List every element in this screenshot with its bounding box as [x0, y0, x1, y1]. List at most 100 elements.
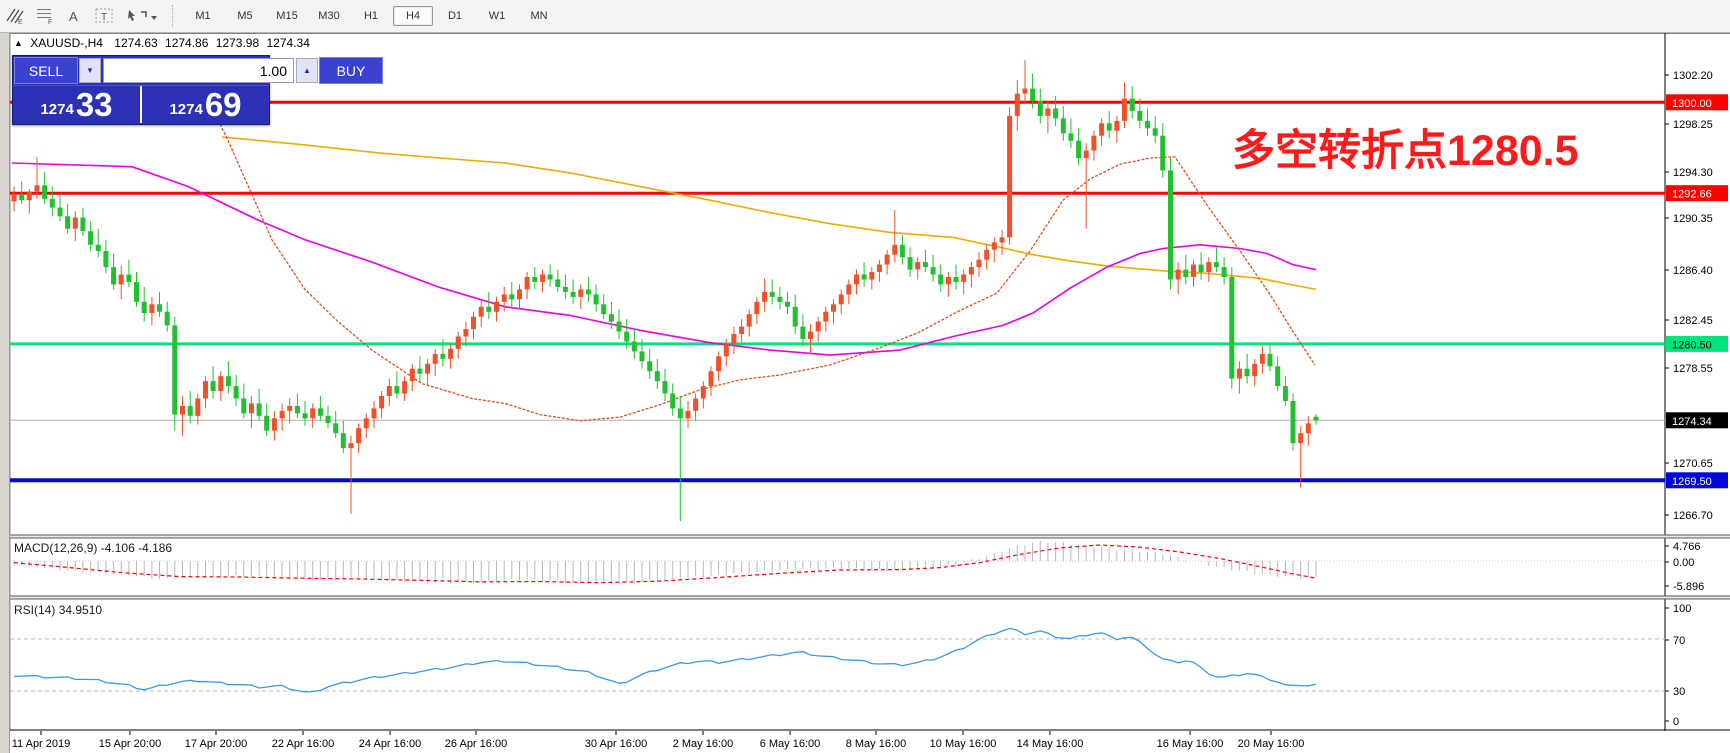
time-axis-label: 17 Apr 20:00 — [185, 738, 247, 750]
timeframe-button-M30[interactable]: M30 — [309, 6, 349, 26]
candle-body — [900, 245, 905, 257]
candle-body — [624, 332, 629, 342]
candle-body — [50, 199, 55, 208]
candle-body — [502, 294, 507, 301]
candle-body — [617, 322, 622, 332]
candle-body — [770, 292, 775, 297]
timeframe-button-H1[interactable]: H1 — [351, 6, 391, 26]
candle-body — [548, 275, 553, 280]
candle-body — [663, 381, 668, 393]
candle-body — [808, 332, 813, 339]
left-edge-strip — [0, 32, 10, 753]
candle-body — [586, 289, 591, 294]
candle-body — [1007, 116, 1012, 237]
volume-up-icon[interactable]: ▲ — [296, 58, 318, 83]
candle-body — [555, 280, 560, 287]
candle-body — [264, 416, 269, 431]
time-axis-label: 22 Apr 16:00 — [272, 738, 334, 750]
candle-body — [1291, 401, 1296, 443]
timeframe-button-D1[interactable]: D1 — [435, 6, 475, 26]
ohlc-low: 1273.98 — [216, 36, 259, 50]
candle-body — [203, 381, 208, 398]
price-axis-label: 1278.55 — [1673, 363, 1713, 375]
timeframe-button-MN[interactable]: MN — [519, 6, 559, 26]
candle-body — [1252, 364, 1257, 376]
collapse-arrow-icon[interactable]: ▲ — [14, 38, 23, 48]
candle-body — [211, 381, 216, 391]
cursor-tools-icon[interactable] — [122, 4, 162, 28]
candle-body — [111, 267, 116, 284]
svg-text:F: F — [48, 19, 52, 25]
sell-price[interactable]: 1274 33 — [13, 86, 142, 123]
candle-body — [1176, 270, 1181, 280]
candle-body — [379, 396, 384, 408]
candle-body — [915, 262, 920, 269]
candle-body — [854, 275, 859, 285]
candle-body — [188, 406, 193, 416]
ohlc-open: 1274.63 — [114, 36, 157, 50]
candle-body — [149, 304, 154, 313]
symbol-title: XAUUSD-,H4 — [30, 36, 103, 50]
buy-button[interactable]: BUY — [319, 57, 383, 84]
volume-input[interactable] — [103, 58, 294, 83]
candle-body — [1038, 101, 1043, 116]
candle-body — [1122, 99, 1127, 121]
candle-body — [709, 371, 714, 386]
candle-body — [563, 287, 568, 292]
buy-price[interactable]: 1274 69 — [142, 86, 269, 123]
candle-body — [226, 376, 231, 386]
volume-down-icon[interactable]: ▼ — [79, 58, 101, 83]
time-axis-label: 15 Apr 20:00 — [99, 738, 161, 750]
candle-body — [1268, 354, 1273, 366]
candle-body — [1130, 99, 1135, 111]
indicator-hatch-icon[interactable]: E — [2, 4, 28, 28]
toolbar-separator — [172, 5, 174, 27]
top-toolbar: E F A T M1M5M15M30H1H4D1W1MN — [0, 0, 1730, 33]
candle-body — [471, 317, 476, 329]
candle-body — [739, 327, 744, 334]
price-badge-label: 1292.66 — [1672, 189, 1712, 201]
timeframe-button-M15[interactable]: M15 — [267, 6, 307, 26]
candle-body — [448, 349, 453, 359]
price-axis-label: 1302.20 — [1673, 70, 1713, 82]
timeframe-button-M5[interactable]: M5 — [225, 6, 265, 26]
candle-body — [785, 302, 790, 307]
candle-body — [494, 302, 499, 312]
price-badge-label: 1280.50 — [1672, 339, 1712, 351]
candle-body — [831, 304, 836, 311]
candle-body — [234, 386, 239, 398]
candle-body — [1298, 433, 1303, 443]
candle-body — [134, 282, 139, 302]
candle-body — [632, 342, 637, 352]
candle-body — [295, 406, 300, 413]
candle-body — [272, 418, 277, 430]
grid-f-icon[interactable]: F — [32, 4, 58, 28]
candle-body — [1145, 121, 1150, 128]
candle-body — [594, 294, 599, 304]
candle-body — [1206, 262, 1211, 272]
text-a-icon[interactable]: A — [62, 4, 88, 28]
candle-body — [218, 376, 223, 391]
candle-body — [326, 416, 331, 423]
ohlc-close: 1274.34 — [267, 36, 310, 50]
candle-body — [762, 292, 767, 302]
textbox-t-icon[interactable]: T — [92, 4, 118, 28]
candle-body — [670, 394, 675, 409]
macd-axis-label: 0.00 — [1673, 557, 1694, 569]
candle-body — [931, 267, 936, 274]
candle-body — [1107, 123, 1112, 130]
candle-body — [800, 327, 805, 339]
candle-body — [1191, 265, 1196, 277]
candle-body — [1314, 417, 1319, 421]
chart-annotation-text[interactable]: 多空转折点1280.5 — [1232, 116, 1579, 178]
price-axis-label: 1294.30 — [1673, 167, 1713, 179]
candle-body — [142, 302, 147, 313]
timeframe-toolbar: M1M5M15M30H1H4D1W1MN — [182, 6, 560, 26]
candle-body — [509, 294, 514, 299]
candle-body — [724, 344, 729, 356]
timeframe-button-H4[interactable]: H4 — [393, 6, 433, 26]
sell-button[interactable]: SELL — [14, 57, 78, 84]
timeframe-button-M1[interactable]: M1 — [183, 6, 223, 26]
candle-body — [823, 312, 828, 322]
timeframe-button-W1[interactable]: W1 — [477, 6, 517, 26]
